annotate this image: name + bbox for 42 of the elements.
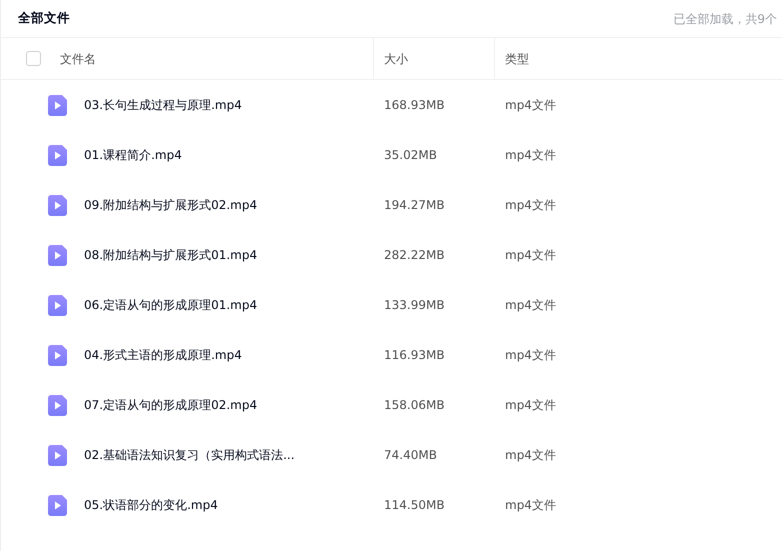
- file-name[interactable]: 02.基础语法知识复习（实用构式语法...: [84, 446, 295, 464]
- file-size: 114.50MB: [383, 498, 445, 512]
- file-size: 35.02MB: [383, 148, 437, 162]
- file-type: mp4文件: [504, 248, 556, 262]
- video-file-icon: [48, 494, 67, 516]
- file-name[interactable]: 09.附加结构与扩展形式02.mp4: [84, 196, 258, 214]
- file-type: mp4文件: [504, 148, 556, 162]
- video-file-icon: [48, 194, 67, 216]
- file-size: 116.93MB: [383, 348, 445, 362]
- file-type: mp4文件: [504, 398, 556, 412]
- video-file-icon: [48, 444, 67, 466]
- file-size: 158.06MB: [383, 398, 445, 412]
- file-name[interactable]: 08.附加结构与扩展形式01.mp4: [84, 246, 258, 264]
- file-size: 133.99MB: [383, 298, 445, 312]
- video-file-icon: [48, 394, 67, 416]
- file-name[interactable]: 03.长句生成过程与原理.mp4: [84, 96, 242, 114]
- file-type: mp4文件: [504, 348, 556, 362]
- file-size: 168.93MB: [383, 98, 445, 112]
- file-size: 194.27MB: [383, 198, 445, 212]
- file-type: mp4文件: [504, 98, 556, 112]
- file-name[interactable]: 06.定语从句的形成原理01.mp4: [84, 296, 258, 314]
- file-name[interactable]: 01.课程简介.mp4: [84, 146, 182, 164]
- column-header[interactable]: 文件名: [60, 50, 96, 68]
- video-file-icon: [48, 94, 67, 116]
- select-all-checkbox[interactable]: [26, 51, 41, 66]
- file-name[interactable]: 04.形式主语的形成原理.mp4: [84, 346, 242, 364]
- file-size: 282.22MB: [383, 248, 445, 262]
- video-file-icon: [48, 344, 67, 366]
- column-header[interactable]: 大小: [384, 50, 408, 68]
- video-file-icon: [48, 144, 67, 166]
- file-size: 74.40MB: [383, 448, 437, 462]
- file-name[interactable]: 07.定语从句的形成原理02.mp4: [84, 396, 258, 414]
- file-type: mp4文件: [504, 298, 556, 312]
- page-title: 全部文件: [18, 9, 70, 28]
- file-type: mp4文件: [504, 448, 556, 462]
- video-file-icon: [48, 244, 67, 266]
- column-header[interactable]: 类型: [505, 50, 529, 68]
- video-file-icon: [48, 294, 67, 316]
- load-status: 已全部加载，共9个: [673, 10, 777, 28]
- file-type: mp4文件: [504, 198, 556, 212]
- file-name[interactable]: 05.状语部分的变化.mp4: [84, 496, 218, 514]
- file-type: mp4文件: [504, 498, 556, 512]
